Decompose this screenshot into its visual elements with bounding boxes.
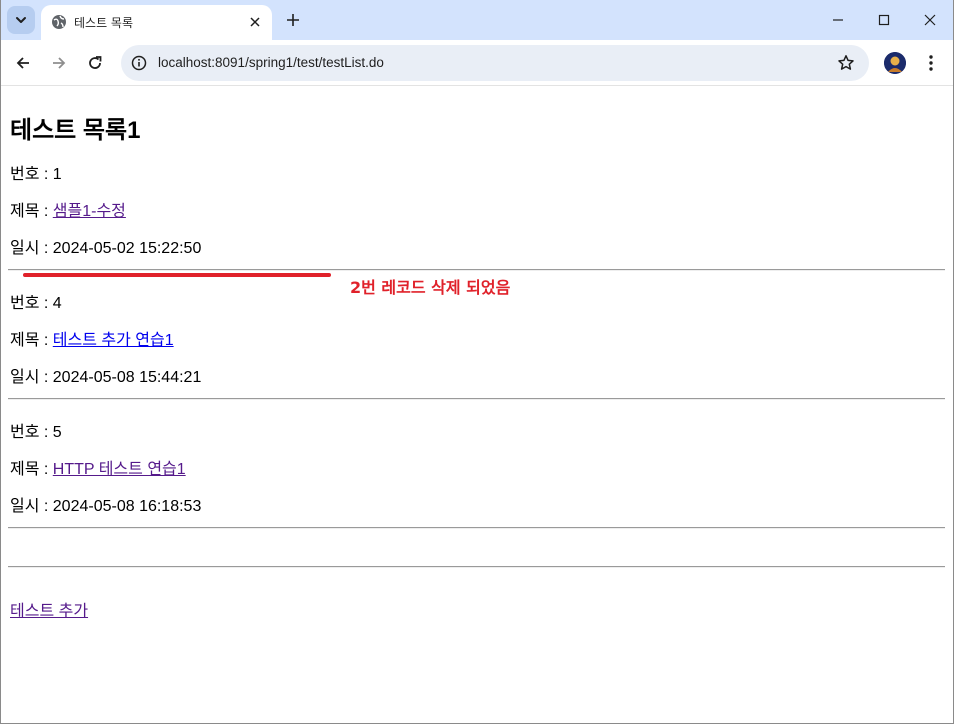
globe-icon <box>52 15 66 29</box>
subject-label: 제목 : <box>10 461 53 478</box>
window-border <box>0 0 1 724</box>
more-vert-icon <box>929 55 933 71</box>
record-divider <box>8 269 945 271</box>
tab-title: 테스트 목록 <box>74 16 134 30</box>
annotation-underline <box>23 273 331 277</box>
page-title: 테스트 목록1 <box>10 117 141 144</box>
annotation-text: 2번 레코드 삭제 되었음 <box>350 278 511 297</box>
record-number: 번호 : 5 <box>10 424 62 441</box>
close-icon <box>924 14 936 26</box>
subject-link[interactable]: 테스트 추가 연습1 <box>53 332 174 349</box>
profile-avatar[interactable] <box>884 52 906 74</box>
record-subject: 제목 : 테스트 추가 연습1 <box>10 326 174 350</box>
subject-label: 제목 : <box>10 332 53 349</box>
arrow-left-icon <box>16 57 29 69</box>
window-close-button[interactable] <box>907 0 953 40</box>
bookmark-button[interactable] <box>835 52 857 74</box>
avatar-icon <box>884 52 906 74</box>
record-number: 번호 : 4 <box>10 295 62 312</box>
subject-label: 제목 : <box>10 203 53 220</box>
record-date: 일시 : 2024-05-08 16:18:53 <box>10 498 202 515</box>
reload-button[interactable] <box>81 49 109 77</box>
record-date: 일시 : 2024-05-02 15:22:50 <box>10 240 202 257</box>
address-bar[interactable]: localhost:8091/spring1/test/testList.do <box>121 45 869 81</box>
close-icon <box>250 17 260 27</box>
maximize-button[interactable] <box>861 0 907 40</box>
tab-search-button[interactable] <box>7 6 35 34</box>
add-test-link[interactable]: 테스트 추가 <box>10 597 88 621</box>
record-date: 일시 : 2024-05-08 15:44:21 <box>10 369 202 386</box>
page-content: 테스트 목록1 번호 : 1 제목 : 샘플1-수정 일시 : 2024-05-… <box>0 87 954 724</box>
record-subject: 제목 : 샘플1-수정 <box>10 197 126 221</box>
active-tab[interactable]: 테스트 목록 <box>41 5 272 40</box>
minimize-icon <box>833 19 843 21</box>
site-info-button[interactable] <box>129 53 149 73</box>
maximize-icon <box>878 14 890 26</box>
new-tab-button[interactable] <box>283 10 303 30</box>
plus-icon <box>287 14 299 26</box>
footer-divider <box>8 566 945 568</box>
forward-button[interactable] <box>45 49 73 77</box>
minimize-button[interactable] <box>815 0 861 40</box>
arrow-right-icon <box>53 57 66 69</box>
record-subject: 제목 : HTTP 테스트 연습1 <box>10 455 186 479</box>
info-icon <box>131 55 147 71</box>
back-button[interactable] <box>9 49 37 77</box>
url-text[interactable]: localhost:8091/spring1/test/testList.do <box>158 55 384 70</box>
tab-strip: 테스트 목록 <box>0 0 954 40</box>
subject-link[interactable]: HTTP 테스트 연습1 <box>53 461 186 478</box>
browser-menu-button[interactable] <box>920 50 942 76</box>
record-number: 번호 : 1 <box>10 166 62 183</box>
subject-link[interactable]: 샘플1-수정 <box>53 203 126 220</box>
tab-close-button[interactable] <box>246 13 264 31</box>
star-icon <box>838 55 854 70</box>
record-divider <box>8 527 945 529</box>
record-divider <box>8 398 945 400</box>
browser-toolbar: localhost:8091/spring1/test/testList.do <box>0 40 954 86</box>
reload-icon <box>89 56 102 69</box>
chevron-down-icon <box>16 17 26 23</box>
